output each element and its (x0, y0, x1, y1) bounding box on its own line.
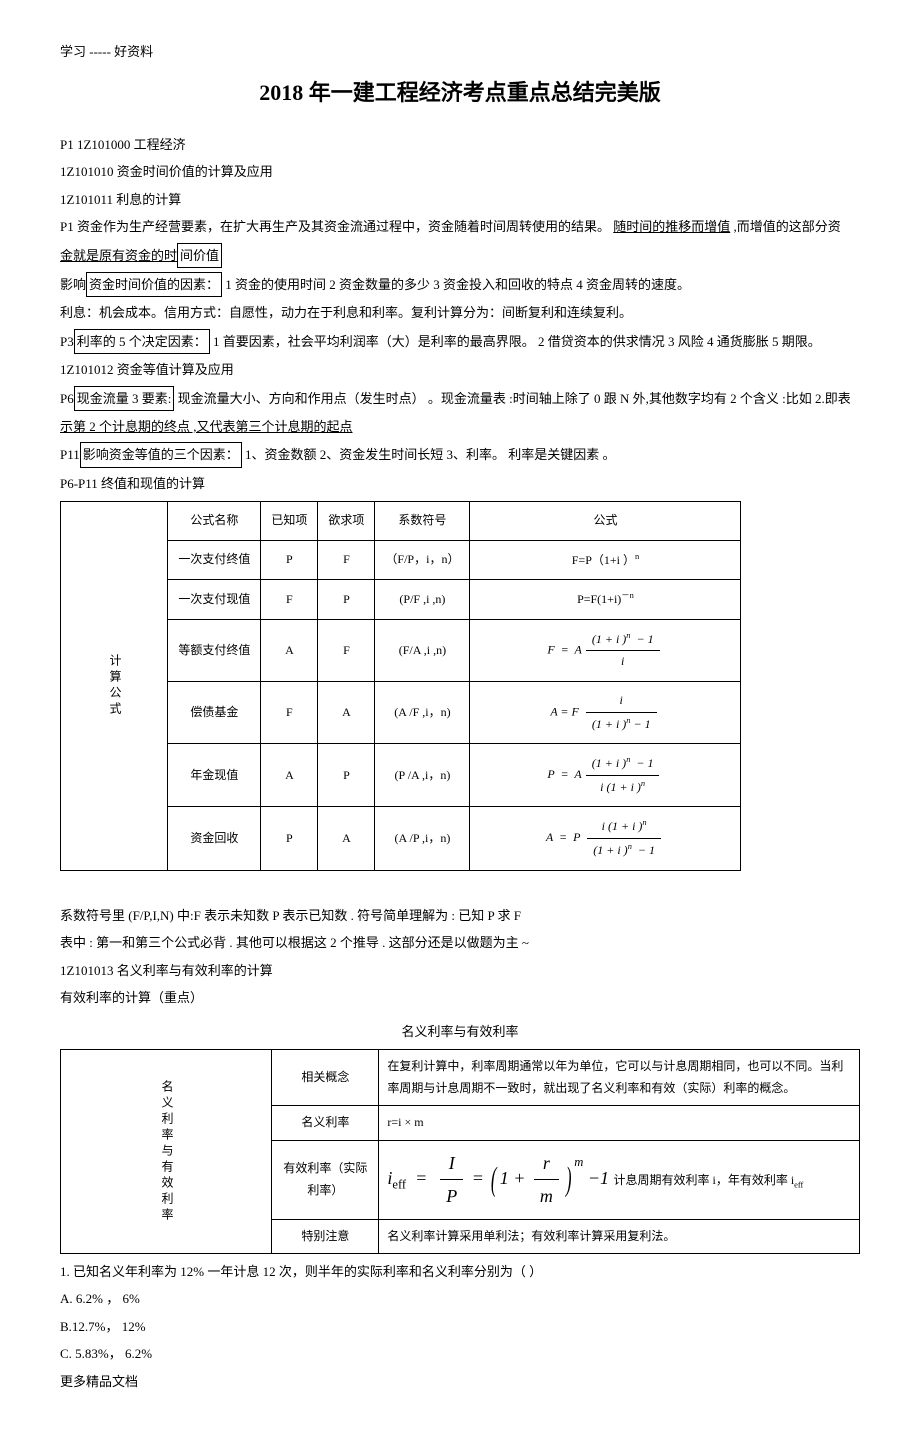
page-header: 学习 ----- 好资料 (60, 40, 860, 63)
text: 现金流量大小、方向和作用点（发生时点） 。现金流量表 :时间轴上除了 0 跟 N… (174, 391, 850, 406)
text-line: P1 1Z101000 工程经济 (60, 133, 860, 156)
cell: 名义利率计算采用单利法；有效利率计算采用复利法。 (379, 1219, 860, 1254)
boxed-text: 影响资金等值的三个因素： (80, 442, 242, 467)
text: ,而增值的这部分资 (730, 219, 841, 234)
text-line: 系数符号里 (F/P,I,N) 中:F 表示未知数 P 表示已知数 . 符号简单… (60, 904, 860, 927)
table-header: 系数符号 (375, 502, 470, 541)
cell: 名义利率 (272, 1106, 379, 1141)
text: 1、资金数额 2、资金发生时间长短 3、利率。 利率是关键因素 。 (242, 447, 616, 462)
boxed-text: 间价值 (177, 243, 222, 268)
cell: r=i × m (379, 1106, 860, 1141)
cell: (A /F ,i，n) (375, 682, 470, 744)
boxed-text: 现金流量 3 要素: (74, 386, 175, 411)
cell: (P /A ,i，n) (375, 744, 470, 807)
sup: n (635, 552, 639, 561)
formula-cell: A = P i (1 + i )n(1 + i )n − 1 (470, 807, 741, 870)
cell: A (261, 744, 318, 807)
text-line: P3利率的 5 个决定因素： 1 首要因素，社会平均利润率（大）是利率的最高界限… (60, 329, 860, 354)
text-line: P6-P11 终值和现值的计算 (60, 472, 860, 495)
cell: 一次支付现值 (168, 580, 261, 620)
table-header: 已知项 (261, 502, 318, 541)
table-header: 公式名称 (168, 502, 261, 541)
boxed-text: 资金时间价值的因素： (86, 272, 222, 297)
text-line: 1Z101011 利息的计算 (60, 188, 860, 211)
answer-option: A. 6.2% ， 6% (60, 1287, 860, 1310)
cell: P (261, 807, 318, 870)
cell: F (261, 580, 318, 620)
formula-cell: P=F(1+i)－n (470, 580, 741, 620)
cell: 资金回收 (168, 807, 261, 870)
formula-cell: ieff = IP = (1 + rm)m −1 计息周期有效利率 i，年有效利… (379, 1140, 860, 1219)
text-line: P1 资金作为生产经营要素，在扩大再生产及其资金流通过程中，资金随着时间周转使用… (60, 215, 860, 238)
cell: A (318, 807, 375, 870)
text-line: 1Z101012 资金等值计算及应用 (60, 358, 860, 381)
formula-table: 计算公式 公式名称 已知项 欲求项 系数符号 公式 一次支付终值 P F （F/… (60, 501, 741, 871)
text: 计息周期有效利率 i，年有效利率 i (614, 1173, 795, 1187)
text-line: P11影响资金等值的三个因素： 1、资金数额 2、资金发生时间长短 3、利率。 … (60, 442, 860, 467)
text: 影响 (60, 277, 86, 292)
subtitle: 名义利率与有效利率 (60, 1020, 860, 1043)
formula-cell: A = F i(1 + i )n − 1 (470, 682, 741, 744)
cell: 在复利计算中，利率周期通常以年为单位，它可以与计息周期相同，也可以不同。当利率周… (379, 1049, 860, 1105)
cell: 年金现值 (168, 744, 261, 807)
text: P6 (60, 391, 74, 406)
formula-cell: F=P（1+i ）n (470, 540, 741, 580)
cell: P (261, 540, 318, 580)
cell: 一次支付终值 (168, 540, 261, 580)
cell: F (261, 682, 318, 744)
text-line: 有效利率的计算（重点） (60, 986, 860, 1009)
cell: A (261, 619, 318, 681)
cell: 等额支付终值 (168, 619, 261, 681)
text-line: 1Z101010 资金时间价值的计算及应用 (60, 160, 860, 183)
cell: (P/F ,i ,n) (375, 580, 470, 620)
text: P1 资金作为生产经营要素，在扩大再生产及其资金流通过程中，资金随着时间周转使用… (60, 219, 610, 234)
formula-cell: F = A(1 + i )n − 1i (470, 619, 741, 681)
text-line: 利息：机会成本。信用方式：自愿性，动力在于利息和利率。复利计算分为：间断复利和连… (60, 301, 860, 324)
table-header: 公式 (470, 502, 741, 541)
text-line: 1Z101013 名义利率与有效利率的计算 (60, 959, 860, 982)
cell: 有效利率（实际利率） (272, 1140, 379, 1219)
table-side-label: 名义利率与有效利率 (61, 1049, 272, 1253)
text: P11 (60, 447, 80, 462)
text-line: P6现金流量 3 要素: 现金流量大小、方向和作用点（发生时点） 。现金流量表 … (60, 386, 860, 411)
table-side-label: 计算公式 (61, 502, 168, 871)
sub: eff (794, 1180, 803, 1189)
cell: P (318, 580, 375, 620)
text: P3 (60, 334, 74, 349)
cell: (F/A ,i ,n) (375, 619, 470, 681)
text-line: 金就是原有资金的时间价值 (60, 243, 860, 268)
text-underlined: 示第 2 个计息期的终点 ,又代表第三个计息期的起点 (60, 415, 860, 438)
text-underlined: 金就是原有资金的时 (60, 248, 177, 263)
rates-table: 名义利率与有效利率 相关概念 在复利计算中，利率周期通常以年为单位，它可以与计息… (60, 1049, 860, 1254)
answer-option: B.12.7%， 12% (60, 1315, 860, 1338)
table-header: 欲求项 (318, 502, 375, 541)
text: 1 首要因素，社会平均利润率（大）是利率的最高界限。 2 借贷资本的供求情况 3… (210, 334, 821, 349)
cell: (A /P ,i，n) (375, 807, 470, 870)
cell: 相关概念 (272, 1049, 379, 1105)
cell: （F/P，i，n） (375, 540, 470, 580)
answer-option: C. 5.83%， 6.2% (60, 1342, 860, 1365)
formula-text: P=F(1+i) (577, 592, 621, 606)
text-line: 影响资金时间价值的因素： 1 资金的使用时间 2 资金数量的多少 3 资金投入和… (60, 272, 860, 297)
boxed-text: 利率的 5 个决定因素： (74, 329, 210, 354)
formula-cell: P = A(1 + i )n − 1i (1 + i )n (470, 744, 741, 807)
formula-text: F=P（1+i ） (572, 553, 635, 567)
cell: F (318, 540, 375, 580)
cell: 特别注意 (272, 1219, 379, 1254)
page-footer: 更多精品文档 (60, 1370, 860, 1393)
text-line: 表中 : 第一和第三个公式必背 . 其他可以根据这 2 个推导 . 这部分还是以… (60, 931, 860, 954)
cell: A (318, 682, 375, 744)
cell: 偿债基金 (168, 682, 261, 744)
cell: P (318, 744, 375, 807)
text: 1 资金的使用时间 2 资金数量的多少 3 资金投入和回收的特点 4 资金周转的… (222, 277, 690, 292)
page-title: 2018 年一建工程经济考点重点总结完美版 (60, 73, 860, 113)
question-text: 1. 已知名义年利率为 12% 一年计息 12 次，则半年的实际利率和名义利率分… (60, 1260, 860, 1283)
text-underlined: 随时间的推移而增值 (613, 219, 730, 234)
cell: F (318, 619, 375, 681)
sup: －n (621, 591, 634, 600)
